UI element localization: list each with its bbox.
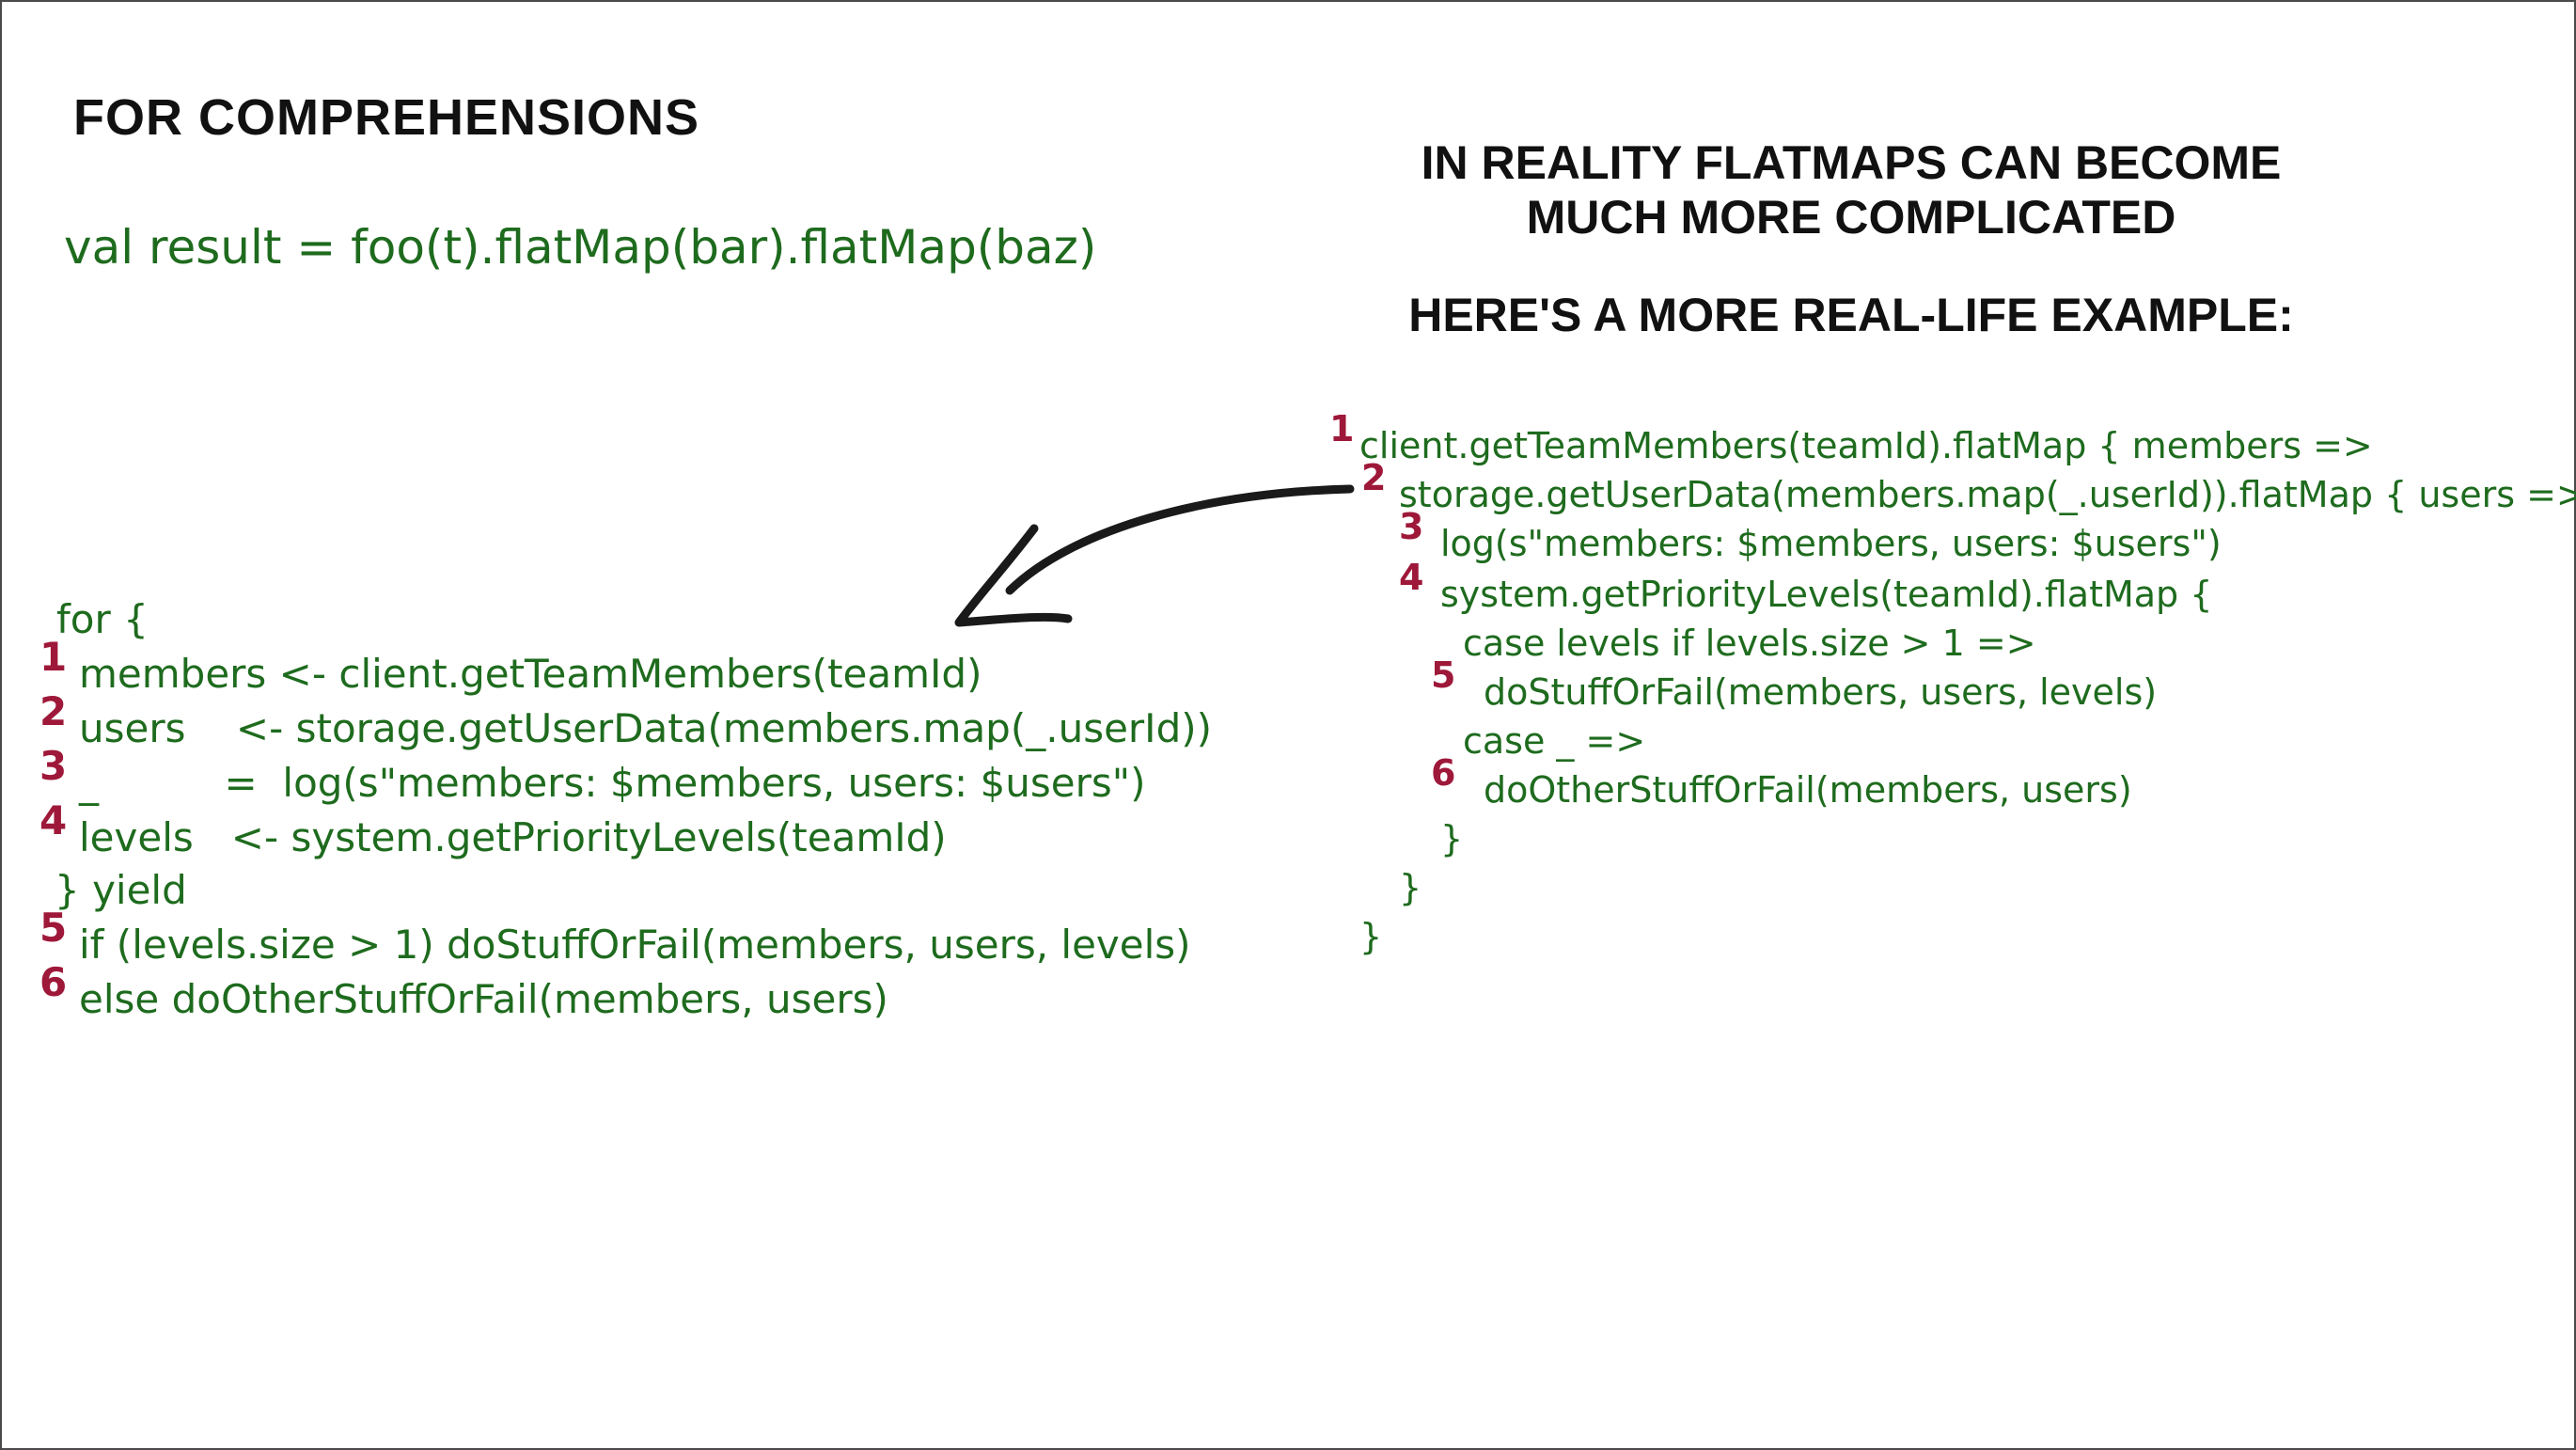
- slide: FOR COMPREHENSIONS IN REALITY FLATMAPS C…: [0, 0, 2576, 1450]
- curved-arrow-icon: [954, 484, 1355, 627]
